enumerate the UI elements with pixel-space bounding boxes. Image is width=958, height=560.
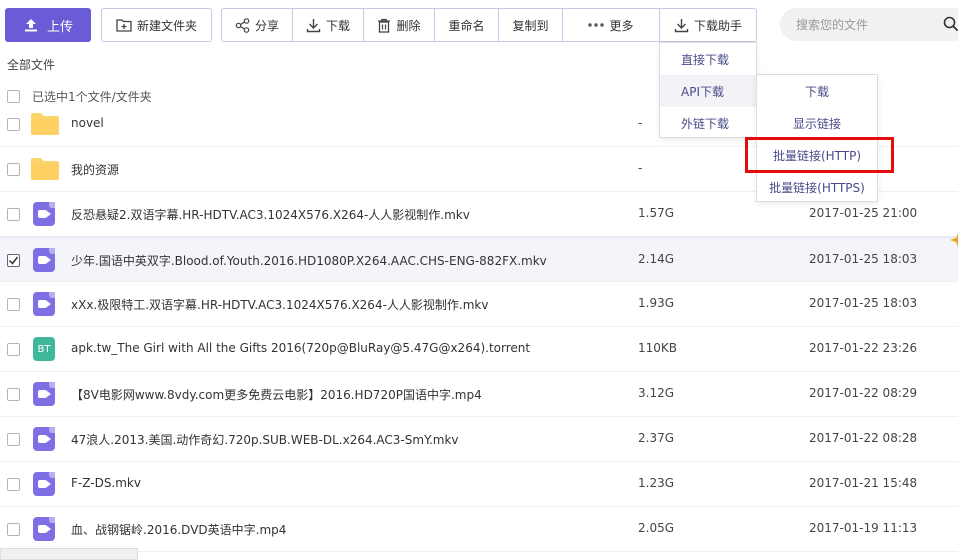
video-file-icon <box>33 202 55 226</box>
more-dots-icon <box>588 23 605 27</box>
new-folder-button[interactable]: 新建文件夹 <box>101 8 212 42</box>
share-label: 分享 <box>254 18 279 33</box>
checkmark-icon <box>8 256 19 265</box>
file-size: 2.37G <box>638 431 675 445</box>
file-row[interactable]: 少年.国语中英双字.Blood.of.Youth.2016.HD1080P.X2… <box>0 237 958 282</box>
copy-to-label: 复制到 <box>512 18 549 33</box>
file-size: - <box>638 161 643 175</box>
menu-item-api-download[interactable]: API下载 <box>660 75 756 107</box>
video-file-icon <box>33 517 55 541</box>
submenu-item-show-link[interactable]: 显示链接 <box>757 107 877 139</box>
file-size: 2.14G <box>638 252 675 266</box>
file-row[interactable]: F-Z-DS.mkv 1.23G 2017-01-21 15:48 <box>0 462 958 507</box>
menu-item-external-link-download[interactable]: 外链下载 <box>660 107 756 139</box>
file-modified-date: 2017-01-25 21:00 <box>809 206 918 220</box>
video-file-icon <box>33 427 55 451</box>
file-name[interactable]: 血、战钢锯岭.2016.DVD英语中字.mp4 <box>71 521 286 538</box>
row-checkbox[interactable] <box>7 478 20 491</box>
new-folder-label: 新建文件夹 <box>136 18 197 33</box>
row-checkbox[interactable] <box>7 298 20 311</box>
file-size: 1.23G <box>638 476 675 490</box>
file-name[interactable]: 反恐悬疑2.双语字幕.HR-HDTV.AC3.1024X576.X264-人人影… <box>71 206 470 223</box>
row-checkbox[interactable] <box>7 343 20 356</box>
file-name[interactable]: 【8V电影网www.8vdy.com更多免费云电影】2016.HD720P国语中… <box>71 386 482 403</box>
file-name[interactable]: 少年.国语中英双字.Blood.of.Youth.2016.HD1080P.X2… <box>71 252 547 269</box>
delete-label: 删除 <box>396 18 421 33</box>
file-name[interactable]: apk.tw_The Girl with All the Gifts 2016(… <box>71 341 530 355</box>
horizontal-scrollbar[interactable] <box>0 548 138 560</box>
video-file-icon <box>33 472 55 496</box>
file-modified-date: 2017-01-25 18:03 <box>809 252 918 266</box>
file-modified-date: 2017-01-22 23:26 <box>809 341 918 355</box>
submenu-item-download[interactable]: 下载 <box>757 75 877 107</box>
breadcrumb[interactable]: 全部文件 <box>7 56 55 73</box>
row-checkbox[interactable] <box>7 208 20 221</box>
video-file-icon <box>33 248 55 272</box>
file-row[interactable]: BT apk.tw_The Girl with All the Gifts 201… <box>0 327 958 372</box>
download-icon <box>674 18 689 33</box>
file-name[interactable]: xXx.极限特工.双语字幕.HR-HDTV.AC3.1024X576.X264-… <box>71 296 488 313</box>
file-size: 110KB <box>638 341 678 355</box>
upload-button[interactable]: 上传 <box>5 8 91 42</box>
highlight-annotation-box <box>745 137 894 173</box>
submenu-item-batch-https[interactable]: 批量链接(HTTPS) <box>757 171 877 203</box>
row-checkbox[interactable] <box>7 254 20 267</box>
download-button[interactable]: 下载 <box>293 9 364 41</box>
more-label: 更多 <box>609 18 634 33</box>
file-modified-date: 2017-01-19 11:13 <box>809 521 918 535</box>
file-row[interactable]: 血、战钢锯岭.2016.DVD英语中字.mp4 2.05G 2017-01-19 1… <box>0 507 958 552</box>
file-row[interactable]: 47浪人.2013.美国.动作奇幻.720p.SUB.WEB-DL.x264.A… <box>0 417 958 462</box>
file-modified-date: 2017-01-25 18:03 <box>809 296 918 310</box>
search-icon[interactable] <box>943 16 958 32</box>
file-name[interactable]: 我的资源 <box>71 161 119 178</box>
rename-label: 重命名 <box>448 18 485 33</box>
copy-to-button[interactable]: 复制到 <box>499 9 563 41</box>
row-checkbox[interactable] <box>7 118 20 131</box>
video-file-icon <box>33 382 55 406</box>
file-name[interactable]: 47浪人.2013.美国.动作奇幻.720p.SUB.WEB-DL.x264.A… <box>71 431 459 448</box>
row-checkbox[interactable] <box>7 388 20 401</box>
share-icon <box>235 17 250 33</box>
file-size: - <box>638 116 643 130</box>
row-checkbox[interactable] <box>7 433 20 446</box>
row-checkbox[interactable] <box>7 163 20 176</box>
trash-icon <box>377 18 391 33</box>
search-input[interactable]: 搜索您的文件 <box>780 8 958 41</box>
folder-icon <box>31 158 59 180</box>
star-decoration-icon <box>950 228 958 252</box>
download-helper-label: 下载助手 <box>693 18 742 33</box>
more-button[interactable]: 更多 <box>563 9 660 41</box>
torrent-file-icon: BT <box>33 337 55 361</box>
file-size: 2.05G <box>638 521 675 535</box>
video-file-icon <box>33 292 55 316</box>
download-label: 下载 <box>325 18 350 33</box>
folder-icon <box>31 113 59 135</box>
upload-label: 上传 <box>46 19 73 35</box>
search-placeholder: 搜索您的文件 <box>796 18 869 32</box>
file-modified-date: 2017-01-21 15:48 <box>809 476 918 490</box>
upload-icon <box>23 17 39 33</box>
file-manager: 上传 新建文件夹 分享 下载 删除 重命名 复制到 更多 下载助手 搜索您的文件… <box>0 0 958 560</box>
share-button[interactable]: 分享 <box>222 9 293 41</box>
file-row[interactable]: xXx.极限特工.双语字幕.HR-HDTV.AC3.1024X576.X264-… <box>0 282 958 327</box>
menu-item-direct-download[interactable]: 直接下载 <box>660 43 756 75</box>
bt-badge-text: BT <box>33 337 55 361</box>
rename-button[interactable]: 重命名 <box>435 9 499 41</box>
file-size: 1.93G <box>638 296 675 310</box>
file-row[interactable]: 【8V电影网www.8vdy.com更多免费云电影】2016.HD720P国语中… <box>0 372 958 417</box>
file-size: 3.12G <box>638 386 675 400</box>
row-checkbox[interactable] <box>7 523 20 536</box>
file-name[interactable]: F-Z-DS.mkv <box>71 476 141 490</box>
file-modified-date: 2017-01-22 08:28 <box>809 431 918 445</box>
delete-button[interactable]: 删除 <box>364 9 435 41</box>
action-toolbar: 分享 下载 删除 重命名 复制到 更多 下载助手 <box>221 8 757 42</box>
file-modified-date: 2017-01-22 08:29 <box>809 386 918 400</box>
download-icon <box>306 18 321 33</box>
download-helper-menu: 直接下载 API下载 外链下载 <box>659 42 757 138</box>
file-name[interactable]: novel <box>71 116 104 130</box>
download-helper-button[interactable]: 下载助手 <box>660 9 756 41</box>
file-size: 1.57G <box>638 206 675 220</box>
new-folder-icon <box>116 18 132 32</box>
